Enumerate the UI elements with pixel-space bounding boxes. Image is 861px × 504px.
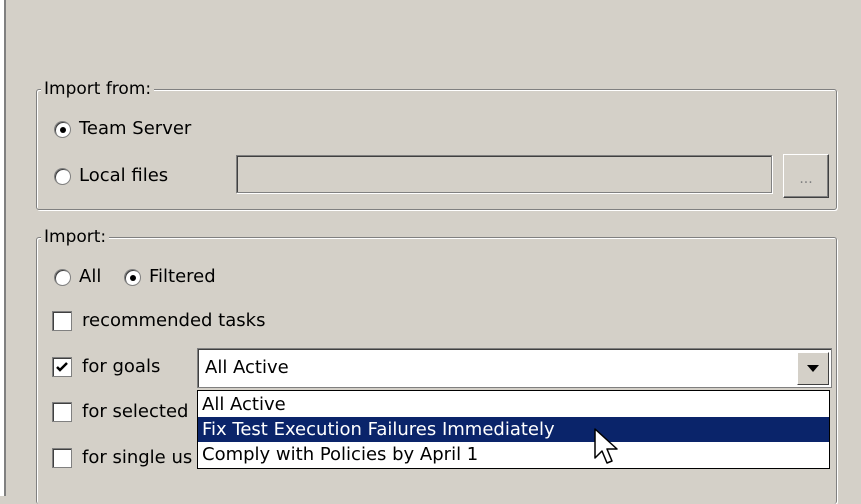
chevron-down-icon[interactable] <box>797 352 829 385</box>
for-selected-row[interactable]: for selected <box>52 400 188 424</box>
goals-combobox[interactable]: All Active <box>197 348 832 388</box>
goals-option[interactable]: Comply with Policies by April 1 <box>198 442 829 467</box>
goals-option[interactable]: All Active <box>198 392 829 417</box>
all-label: All <box>79 266 102 287</box>
local-files-radio[interactable] <box>54 167 71 185</box>
local-files-label: Local files <box>79 165 169 186</box>
team-server-label: Team Server <box>79 118 192 139</box>
local-files-path-input[interactable] <box>236 155 772 193</box>
for-goals-row[interactable]: for goals <box>52 355 160 379</box>
filtered-radio[interactable] <box>124 268 141 286</box>
for-selected-checkbox[interactable] <box>52 402 72 422</box>
filtered-label: Filtered <box>149 266 216 287</box>
import-legend: Import: <box>41 226 110 248</box>
browse-button[interactable]: ... <box>783 154 829 198</box>
goals-dropdown-list: All Active Fix Test Execution Failures I… <box>197 390 830 469</box>
for-selected-label: for selected <box>82 401 189 422</box>
window-edge-shadow <box>4 0 6 496</box>
all-radio-row[interactable]: All <box>54 265 101 289</box>
recommended-tasks-checkbox[interactable] <box>52 311 72 331</box>
goals-combobox-value: All Active <box>205 357 289 378</box>
import-from-legend: Import from: <box>41 78 155 100</box>
recommended-tasks-row[interactable]: recommended tasks <box>52 309 265 333</box>
for-goals-checkbox[interactable] <box>52 357 72 377</box>
all-radio[interactable] <box>54 268 71 286</box>
for-goals-label: for goals <box>82 356 161 377</box>
for-single-user-label: for single us <box>82 447 193 468</box>
filtered-radio-row[interactable]: Filtered <box>124 265 216 289</box>
for-single-user-row[interactable]: for single us <box>52 446 192 470</box>
team-server-radio[interactable] <box>54 120 71 138</box>
for-single-user-checkbox[interactable] <box>52 448 72 468</box>
checkmark-icon <box>56 362 68 372</box>
mouse-pointer-icon <box>594 428 618 464</box>
recommended-tasks-label: recommended tasks <box>82 310 266 331</box>
goals-option-highlighted[interactable]: Fix Test Execution Failures Immediately <box>198 417 829 442</box>
local-files-radio-row[interactable]: Local files <box>54 164 168 188</box>
team-server-radio-row[interactable]: Team Server <box>54 117 191 141</box>
